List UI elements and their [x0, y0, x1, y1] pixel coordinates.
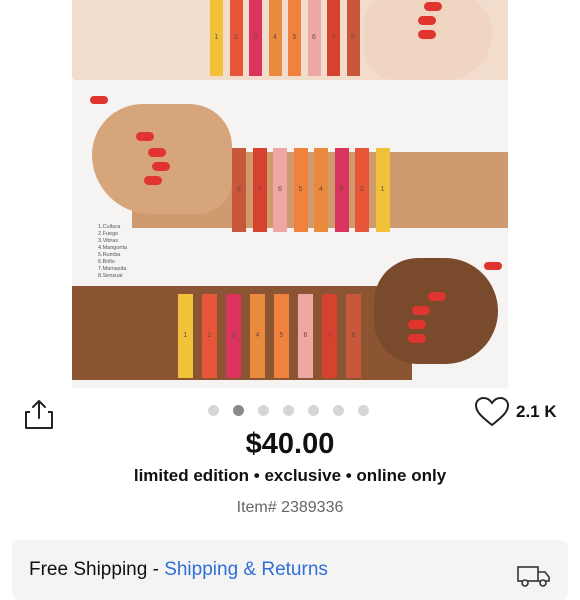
heart-icon	[474, 396, 510, 427]
carousel-dot[interactable]	[233, 405, 244, 416]
carousel-dot[interactable]	[333, 405, 344, 416]
swatch-number: 6	[278, 186, 282, 193]
like-button[interactable]: 2.1 K	[474, 396, 557, 428]
swatch-number: 4	[319, 186, 323, 193]
swatch-number: 4	[273, 34, 277, 41]
hand-light	[364, 0, 492, 80]
swatch-number: 7	[331, 34, 336, 41]
swatch-number: 1	[214, 34, 219, 41]
swatch-number: 7	[327, 332, 332, 339]
legend-item: 3.Vibras	[98, 238, 119, 244]
carousel-dots[interactable]	[208, 405, 369, 419]
legend-item: 8.Sensual	[98, 273, 123, 279]
shipping-line: Free Shipping - Shipping & Returns	[29, 559, 328, 581]
swatch-number: 2	[360, 186, 364, 193]
swatch-number: 1	[183, 332, 188, 339]
shipping-returns-link[interactable]: Shipping & Returns	[164, 559, 328, 580]
shade-legend: 1.Cultura 2.Fuego 3.Vibras 4.Mangorita 5…	[98, 224, 127, 280]
share-button[interactable]	[22, 397, 56, 431]
swatch-number: 1	[380, 186, 385, 193]
legend-item: 2.Fuego	[98, 231, 119, 237]
listing-tags: limited edition • exclusive • online onl…	[133, 466, 447, 485]
swatch-number: 6	[303, 332, 308, 339]
share-icon	[25, 400, 53, 429]
legend-item: 7.Mamasita	[98, 266, 127, 272]
legend-item: 6.Brillo	[98, 259, 115, 265]
swatch-number: 4	[255, 332, 260, 339]
carousel-dot[interactable]	[358, 405, 369, 416]
legend-item: 1.Cultura	[98, 224, 121, 230]
price: $40.00	[245, 428, 335, 460]
swatch-number: 3	[339, 186, 344, 193]
arm-dark	[72, 286, 412, 380]
legend-item: 5.Rumba	[98, 252, 121, 258]
swatch-number: 5	[298, 186, 303, 193]
like-count: 2.1 K	[516, 402, 557, 421]
truck-icon	[517, 566, 550, 587]
swatch-number: 5	[292, 34, 297, 41]
shipping-card[interactable]: Free Shipping - Shipping & Returns	[12, 540, 568, 600]
legend-item: 4.Mangorita	[98, 245, 128, 251]
hand-medium	[92, 104, 232, 214]
carousel-dot[interactable]	[308, 405, 319, 416]
product-image[interactable]: 1.Cultura 2.Fuego 3.Vibras 4.Mangorita 5…	[72, 0, 508, 388]
swatch-number: 8	[237, 186, 241, 193]
swatch-number: 8	[351, 34, 355, 41]
swatch-number: 3	[253, 34, 258, 41]
swatch-number: 5	[279, 332, 284, 339]
carousel-dot[interactable]	[208, 405, 219, 416]
item-number: Item# 2389336	[236, 499, 344, 516]
swatch-number: 2	[207, 332, 212, 339]
hand-dark	[374, 258, 498, 364]
swatch-number: 7	[257, 186, 262, 193]
swatch-number: 2	[234, 34, 238, 41]
carousel-dot[interactable]	[258, 405, 269, 416]
carousel-dot[interactable]	[283, 405, 294, 416]
swatch-number: 3	[231, 332, 236, 339]
shipping-prefix: Free Shipping -	[29, 559, 165, 580]
swatch-number: 8	[351, 332, 356, 339]
swatch-number: 6	[312, 34, 316, 41]
